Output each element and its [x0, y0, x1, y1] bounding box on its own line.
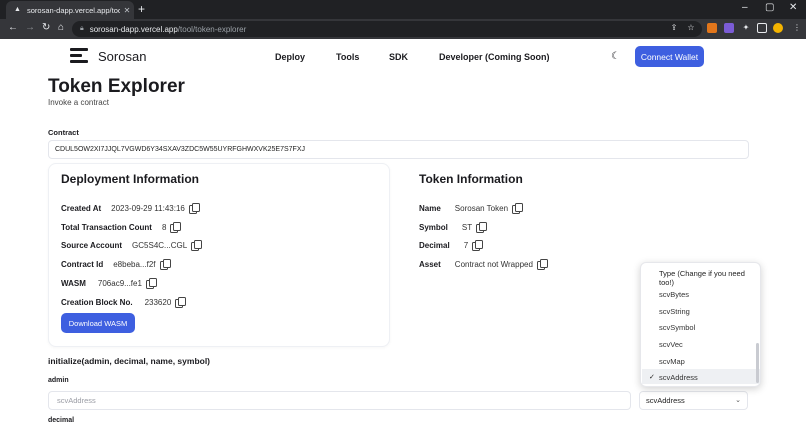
option-scvstring[interactable]: scvString	[659, 307, 690, 316]
contract-label: Contract	[48, 128, 79, 137]
creation-block-row: Creation Block No. 233620	[61, 297, 187, 308]
browser-toolbar: ← → ↻ ⌂ 🔒︎ sorosan-dapp.vercel.app /tool…	[0, 19, 806, 39]
nav-sdk[interactable]: SDK	[389, 52, 408, 62]
option-scvmap[interactable]: scvMap	[659, 357, 685, 366]
nav-developer[interactable]: Developer (Coming Soon)	[439, 52, 550, 62]
kv-value: ST	[461, 222, 473, 232]
decimal-label: decimal	[48, 417, 75, 424]
menu-icon[interactable]	[70, 48, 88, 64]
connect-wallet-button[interactable]: Connect Wallet	[635, 46, 704, 67]
dropdown-scrollbar[interactable]	[756, 343, 759, 383]
kv-key: Total Transaction Count	[61, 222, 152, 232]
share-icon[interactable]: ⇪	[669, 23, 679, 33]
token-decimal-row: Decimal 7	[419, 240, 484, 251]
download-wasm-button[interactable]: Download WASM	[61, 313, 135, 333]
metamask-extension-icon[interactable]	[707, 23, 717, 33]
kv-key: Creation Block No.	[61, 297, 133, 307]
kv-key: Asset	[419, 259, 441, 269]
token-symbol-row: Symbol ST	[419, 222, 488, 233]
kv-value: e8beba...f2f	[113, 259, 156, 269]
lock-icon: 🔒︎	[80, 25, 84, 32]
function-signature: initialize(admin, decimal, name, symbol)	[48, 356, 211, 366]
wasm-row: WASM 706ac9...fe1	[61, 278, 157, 289]
extensions-puzzle-icon[interactable]: ✦	[741, 23, 751, 33]
bookmark-star-icon[interactable]: ☆	[686, 23, 696, 33]
kv-value: Contract not Wrapped	[454, 259, 533, 269]
close-tab-icon[interactable]: ✕	[120, 6, 134, 15]
new-tab-icon[interactable]: +	[138, 2, 145, 16]
app-header: Sorosan Deploy Tools SDK Developer (Comi…	[0, 39, 806, 75]
profile-avatar[interactable]	[773, 23, 783, 33]
kv-key: Contract Id	[61, 259, 104, 269]
copy-icon[interactable]	[175, 297, 187, 308]
kv-value: 233620	[144, 297, 172, 307]
back-icon[interactable]: ←	[8, 22, 18, 33]
copy-icon[interactable]	[145, 278, 157, 289]
url-host: sorosan-dapp.vercel.app	[89, 24, 178, 34]
contract-id-row: Contract Id e8beba...f2f	[61, 259, 171, 270]
kv-value: 2023-09-29 11:43:16	[111, 203, 185, 213]
reload-icon[interactable]: ↻	[42, 22, 50, 33]
kv-value: 706ac9...fe1	[97, 278, 142, 288]
extension-icon[interactable]	[724, 23, 734, 33]
kv-value: 8	[161, 222, 167, 232]
theme-toggle-icon[interactable]: ☾	[611, 51, 620, 62]
kv-key: Source Account	[61, 240, 123, 250]
source-account-row: Source Account GC5S4C...CGL	[61, 240, 203, 251]
admin-label: admin	[48, 377, 69, 384]
kv-value: Sorosan Token	[454, 203, 509, 213]
copy-icon[interactable]	[472, 240, 484, 251]
deployment-title: Deployment Information	[61, 172, 200, 186]
token-title: Token Information	[419, 172, 523, 186]
token-name-row: Name Sorosan Token	[419, 203, 524, 214]
kv-value: GC5S4C...CGL	[132, 240, 188, 250]
address-bar[interactable]: 🔒︎ sorosan-dapp.vercel.app /tool/token-e…	[72, 21, 702, 37]
kv-key: Decimal	[419, 240, 450, 250]
option-scvsymbol[interactable]: scvSymbol	[659, 323, 695, 332]
copy-icon[interactable]	[188, 203, 200, 214]
favicon-icon: ▲	[14, 6, 21, 13]
kv-key: Created At	[61, 203, 102, 213]
nav-deploy[interactable]: Deploy	[275, 52, 305, 62]
copy-icon[interactable]	[536, 259, 548, 270]
copy-icon[interactable]	[159, 259, 171, 270]
transaction-count-row: Total Transaction Count 8	[61, 222, 182, 233]
kv-key: Symbol	[419, 222, 448, 232]
url-path: /tool/token-explorer	[177, 24, 247, 34]
maximize-icon[interactable]: ▢	[765, 2, 774, 13]
admin-input[interactable]: scvAddress	[48, 391, 631, 410]
option-scvbytes[interactable]: scvBytes	[659, 290, 689, 299]
copy-icon[interactable]	[476, 222, 488, 233]
created-at-row: Created At 2023-09-29 11:43:16	[61, 203, 200, 214]
copy-icon[interactable]	[191, 240, 203, 251]
kv-key: WASM	[61, 278, 86, 288]
copy-icon[interactable]	[170, 222, 182, 233]
copy-icon[interactable]	[512, 203, 524, 214]
brand-name[interactable]: Sorosan	[98, 49, 146, 64]
check-icon: ✓	[649, 374, 655, 381]
admin-type-select[interactable]: scvAddress ⌄	[639, 391, 748, 410]
option-scvvec[interactable]: scvVec	[659, 340, 683, 349]
browser-tab[interactable]: ▲ sorosan-dapp.vercel.app/tool/to ✕	[6, 1, 134, 19]
browser-menu-icon[interactable]: ⋮	[792, 23, 802, 33]
home-icon[interactable]: ⌂	[58, 22, 64, 33]
minimize-icon[interactable]: –	[742, 2, 748, 13]
dropdown-header: Type (Change if you need too!)	[659, 269, 745, 287]
contract-input[interactable]: CDUL5OW2XI7JJQL7VGWD6Y34SXAV3ZDC5W55UYRF…	[48, 140, 749, 159]
option-scvaddress[interactable]: scvAddress	[659, 373, 698, 382]
side-panel-icon[interactable]	[757, 23, 767, 33]
tab-title: sorosan-dapp.vercel.app/tool/to	[27, 5, 120, 15]
token-asset-row: Asset Contract not Wrapped	[419, 259, 548, 270]
selected-type: scvAddress	[646, 396, 685, 405]
page-title: Token Explorer	[48, 76, 185, 97]
kv-key: Name	[419, 203, 441, 213]
browser-tab-bar: ▲ sorosan-dapp.vercel.app/tool/to ✕ + – …	[0, 0, 806, 19]
close-window-icon[interactable]: ✕	[789, 2, 797, 13]
page-subtitle: Invoke a contract	[48, 98, 109, 107]
kv-value: 7	[463, 240, 469, 250]
forward-icon[interactable]: →	[25, 22, 35, 33]
chevron-down-icon: ⌄	[735, 397, 741, 404]
type-dropdown-menu: Type (Change if you need too!) scvBytes …	[640, 262, 761, 387]
nav-tools[interactable]: Tools	[336, 52, 359, 62]
